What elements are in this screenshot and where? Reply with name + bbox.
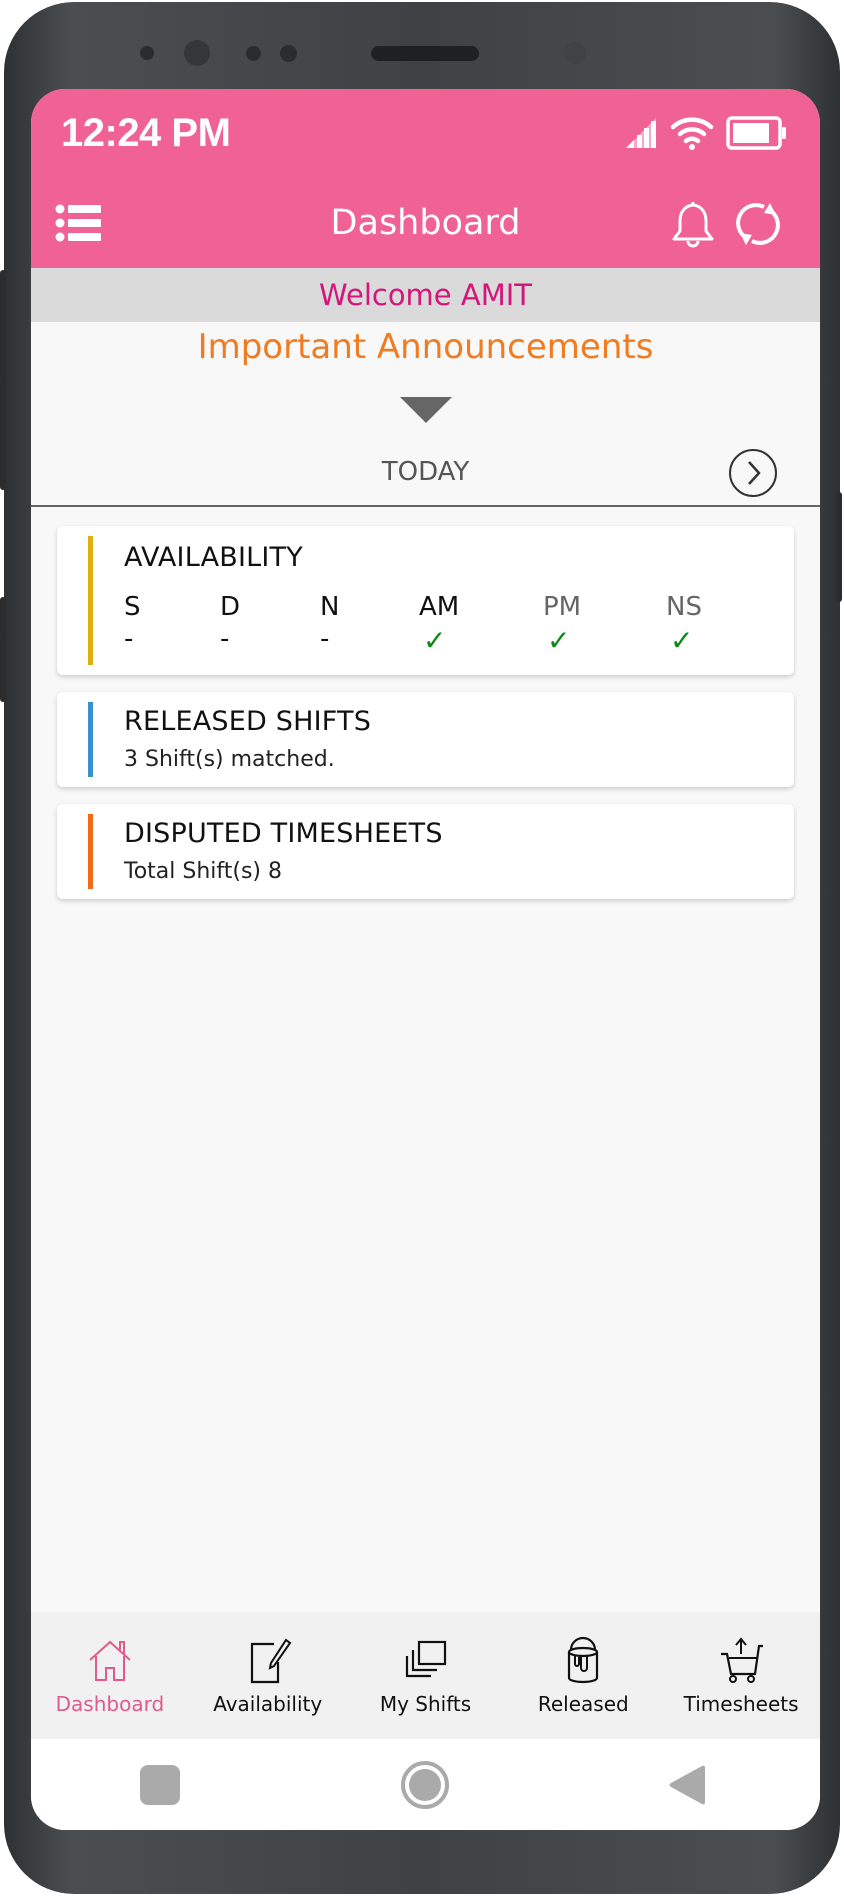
next-day-button[interactable]	[729, 449, 777, 497]
sensor-dot	[246, 46, 261, 61]
nav-availability[interactable]: Availability	[189, 1612, 347, 1739]
availability-key: S	[124, 592, 141, 622]
disputed-accent-bar	[88, 814, 93, 889]
welcome-banner: Welcome AMIT	[31, 268, 820, 322]
back-button[interactable]	[667, 1764, 707, 1810]
sensor-dot	[140, 46, 154, 60]
released-accent-bar	[88, 702, 93, 777]
notifications-button[interactable]	[671, 199, 715, 249]
availability-col-s: S -	[124, 592, 194, 654]
availability-key: N	[320, 592, 340, 622]
system-navigation-bar	[31, 1739, 820, 1830]
check-icon: ✓	[670, 624, 694, 657]
signal-icon	[626, 118, 656, 148]
availability-col-pm: PM ✓	[543, 592, 613, 657]
availability-col-am: AM ✓	[419, 592, 489, 657]
availability-value: -	[320, 624, 330, 654]
released-shifts-title: RELEASED SHIFTS	[124, 706, 372, 737]
availability-col-d: D -	[220, 592, 290, 654]
phone-bezel	[4, 2, 840, 92]
availability-key: NS	[666, 592, 702, 622]
check-icon: ✓	[547, 624, 571, 657]
home-icon	[89, 1640, 131, 1681]
availability-accent-bar	[88, 536, 93, 665]
paint-bucket-icon	[568, 1636, 599, 1684]
nav-label: Released	[537, 1692, 629, 1716]
availability-col-n: N -	[320, 592, 390, 654]
front-camera	[184, 40, 210, 66]
chevron-right-circle-icon	[748, 461, 761, 485]
status-icons	[624, 115, 788, 151]
availability-value: -	[220, 624, 230, 654]
availability-key: D	[220, 592, 241, 622]
edit-note-icon	[250, 1638, 292, 1684]
nav-my-shifts[interactable]: My Shifts	[347, 1612, 505, 1739]
volume-button	[0, 270, 6, 490]
availability-card[interactable]: AVAILABILITY S - D - N - AM ✓ PM ✓ NS ✓	[57, 526, 794, 675]
back-triangle-icon	[669, 1765, 705, 1805]
disputed-timesheets-card[interactable]: DISPUTED TIMESHEETS Total Shift(s) 8	[57, 804, 794, 899]
bottom-navigation: Dashboard Availability My Shifts Release…	[31, 1612, 820, 1739]
home-circle-icon	[409, 1769, 441, 1801]
app-bar: Dashboard	[31, 177, 820, 268]
earpiece-speaker	[371, 46, 479, 61]
announcements-toggle[interactable]	[398, 395, 454, 425]
power-button	[836, 492, 842, 602]
availability-key: PM	[543, 592, 582, 622]
battery-icon	[726, 116, 786, 150]
availability-title: AVAILABILITY	[124, 542, 303, 573]
sensor-dot	[564, 42, 586, 64]
triangle-down-icon	[400, 397, 452, 423]
availability-col-ns: NS ✓	[666, 592, 736, 657]
released-shifts-card[interactable]: RELEASED SHIFTS 3 Shift(s) matched.	[57, 692, 794, 787]
status-time: 12:24 PM	[61, 111, 231, 155]
availability-value: -	[124, 624, 134, 654]
phone-frame: 12:24 PM Dashboard Welcome AMIT Importan…	[0, 2, 842, 1894]
bell-icon	[672, 201, 714, 248]
nav-dashboard[interactable]: Dashboard	[31, 1612, 189, 1739]
app-screen: 12:24 PM Dashboard Welcome AMIT Importan…	[31, 89, 820, 1830]
nav-released[interactable]: Released	[504, 1612, 662, 1739]
nav-label: Timesheets	[683, 1692, 799, 1716]
cart-upload-icon	[721, 1637, 764, 1683]
disputed-timesheets-summary: Total Shift(s) 8	[124, 859, 282, 884]
sensor-dot	[280, 45, 297, 62]
availability-key: AM	[419, 592, 460, 622]
disputed-timesheets-title: DISPUTED TIMESHEETS	[124, 818, 443, 849]
released-shifts-summary: 3 Shift(s) matched.	[124, 747, 335, 772]
bixby-button	[0, 597, 6, 702]
stacked-pages-icon	[406, 1640, 447, 1678]
date-navigator: TODAY	[31, 447, 820, 507]
nav-label: Availability	[213, 1692, 323, 1716]
recents-button[interactable]	[140, 1765, 180, 1805]
nav-label: Dashboard	[55, 1692, 165, 1716]
home-button[interactable]	[401, 1761, 449, 1809]
nav-label: My Shifts	[379, 1692, 472, 1716]
date-label: TODAY	[381, 457, 470, 487]
announcements-title[interactable]: Important Announcements	[31, 327, 820, 367]
nav-timesheets[interactable]: Timesheets	[662, 1612, 820, 1739]
wifi-icon	[670, 117, 714, 150]
refresh-button[interactable]	[736, 201, 780, 247]
status-bar: 12:24 PM	[31, 89, 820, 177]
check-icon: ✓	[423, 624, 447, 657]
sync-icon	[736, 203, 780, 245]
